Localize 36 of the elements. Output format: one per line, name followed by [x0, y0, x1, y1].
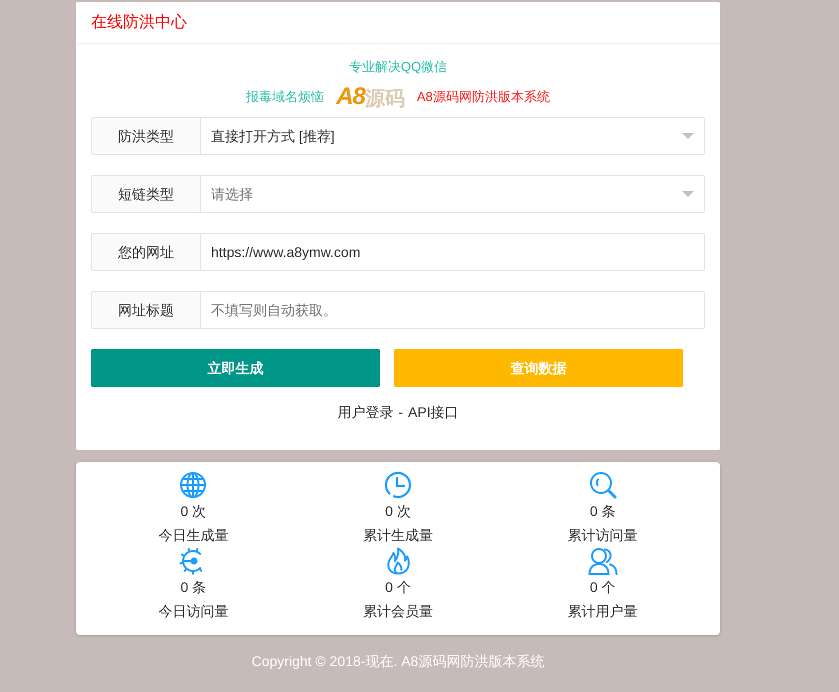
nav-link[interactable]: 用户登录: [337, 402, 394, 422]
field-label: 短链类型: [91, 175, 201, 213]
action-button[interactable]: 立即生成: [91, 349, 380, 387]
stat-value: 0 个: [385, 578, 411, 597]
stat-value: 0 条: [180, 578, 206, 597]
stat-value: 0 个: [590, 578, 616, 597]
search-icon: [588, 471, 617, 499]
clock-icon: [384, 471, 412, 499]
users-icon: [588, 547, 618, 575]
slogan-text: 专业解决QQ微信: [348, 58, 448, 76]
field-label: 防洪类型: [91, 117, 201, 155]
caret-icon: [682, 191, 694, 197]
field-label: 您的网址: [91, 233, 201, 271]
field-label: 网址标题: [91, 291, 201, 329]
stat-label: 今日访问量: [158, 602, 228, 621]
select-field[interactable]: 直接打开方式 [推荐]: [201, 117, 705, 155]
input-field[interactable]: https://www.a8ymw.com: [201, 233, 705, 271]
stat-value: 0 次: [180, 502, 206, 521]
stat-value: 0 条: [590, 502, 616, 521]
input-field[interactable]: 不填写则自动获取。: [201, 291, 705, 329]
caret-icon: [682, 133, 694, 139]
separator-text: -: [398, 403, 404, 422]
stat-label: 累计生成量: [362, 526, 433, 545]
stat-label: 累计用户量: [568, 602, 638, 621]
stat-label: 累计会员量: [362, 602, 433, 621]
nav-link[interactable]: API接口: [408, 402, 459, 422]
copyright-text: Copyright © 2018-现在. A8源码网防洪版本系统: [252, 652, 544, 671]
stat-label: 累计访问量: [568, 526, 638, 545]
brand-logo: A8源码: [336, 85, 405, 109]
panel-title: 在线防洪中心: [91, 12, 187, 32]
globe-icon: [179, 471, 208, 499]
stat-value: 0 次: [385, 502, 411, 521]
system-name-text: A8源码网防洪版本系统: [416, 88, 550, 106]
select-field[interactable]: 请选择: [201, 175, 705, 213]
stat-label: 今日生成量: [158, 526, 228, 545]
slogan-text: 报毒域名烦恼: [246, 88, 324, 106]
